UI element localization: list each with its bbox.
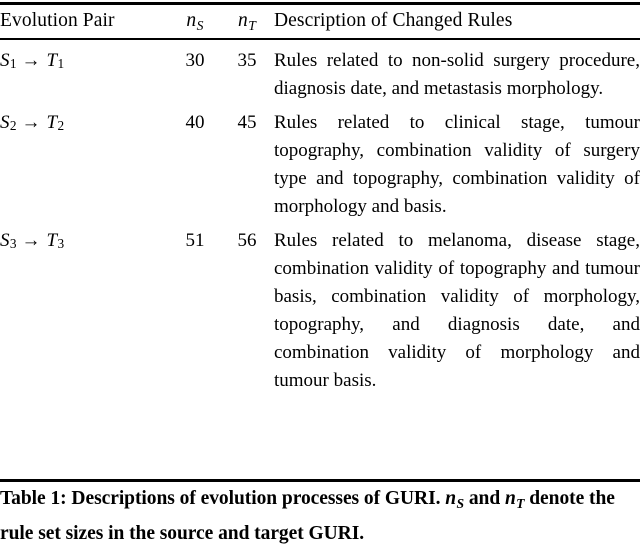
ns-symbol-sub: S (196, 17, 204, 33)
pair-source-sub: 2 (9, 118, 17, 134)
table-caption: Table 1: Descriptions of evolution proce… (0, 484, 640, 549)
caption-nt-sub: T (516, 495, 525, 511)
cell-ns: 51 (185, 229, 205, 251)
table-body: S1 → T1 30 35 Rules related to non-solid s… (0, 41, 640, 395)
table-header: Evolution Pair nS nT Description of Chan… (0, 6, 640, 41)
arrow-icon: → (21, 49, 41, 71)
table-header-row: Evolution Pair nS nT Description of Chan… (0, 6, 640, 41)
table-row: S1 → T1 30 35 Rules related to non-solid s… (0, 41, 640, 103)
column-header-evolution-pair: Evolution Pair (0, 10, 115, 31)
table-top-rule (0, 2, 640, 5)
nt-symbol-base: n (238, 10, 248, 31)
table-figure: Evolution Pair nS nT Description of Chan… (0, 0, 640, 550)
column-header-nt: nT (220, 6, 274, 41)
column-header-ns: nS (170, 6, 220, 41)
evolution-table: Evolution Pair nS nT Description of Chan… (0, 6, 640, 395)
caption-ns-base: n (445, 488, 457, 509)
table-row: S2 → T2 40 45 Rules related to clinical st… (0, 103, 640, 221)
cell-description: Rules related to non-solid surgery proce… (274, 49, 640, 99)
caption-ns-sub: S (456, 495, 464, 511)
cell-evolution-pair: S1 → T1 (0, 41, 170, 103)
pair-target: T (46, 111, 58, 133)
table-bottom-rule (0, 479, 640, 482)
cell-nt: 35 (237, 49, 257, 71)
ns-symbol-base: n (186, 10, 197, 31)
pair-target: T (46, 49, 58, 71)
pair-source: S (0, 49, 10, 71)
nt-symbol-sub: T (248, 17, 256, 33)
cell-nt: 56 (237, 229, 257, 251)
arrow-icon: → (21, 229, 41, 251)
pair-source-sub: 3 (9, 236, 17, 252)
pair-target-sub: 1 (57, 56, 65, 72)
table-row: S3 → T3 51 56 Rules related to melanoma, d… (0, 221, 640, 395)
cell-ns: 30 (185, 49, 205, 71)
cell-evolution-pair: S2 → T2 (0, 103, 170, 221)
pair-source: S (0, 111, 10, 133)
pair-target-sub: 2 (57, 118, 65, 134)
arrow-icon: → (21, 111, 41, 133)
caption-mid: and (468, 488, 501, 509)
caption-nt-base: n (504, 488, 516, 509)
pair-source: S (0, 229, 10, 251)
pair-source-sub: 1 (9, 56, 17, 72)
cell-evolution-pair: S3 → T3 (0, 221, 170, 395)
pair-target: T (46, 229, 58, 251)
caption-prefix: Table 1: Descriptions of evolution proce… (0, 488, 441, 509)
cell-nt: 45 (237, 111, 257, 133)
cell-description: Rules related to clinical stage, tumour … (274, 111, 640, 217)
column-header-description: Description of Changed Rules (274, 10, 513, 31)
cell-ns: 40 (185, 111, 205, 133)
pair-target-sub: 3 (57, 236, 65, 252)
cell-description: Rules related to melanoma, disease stage… (274, 229, 640, 391)
